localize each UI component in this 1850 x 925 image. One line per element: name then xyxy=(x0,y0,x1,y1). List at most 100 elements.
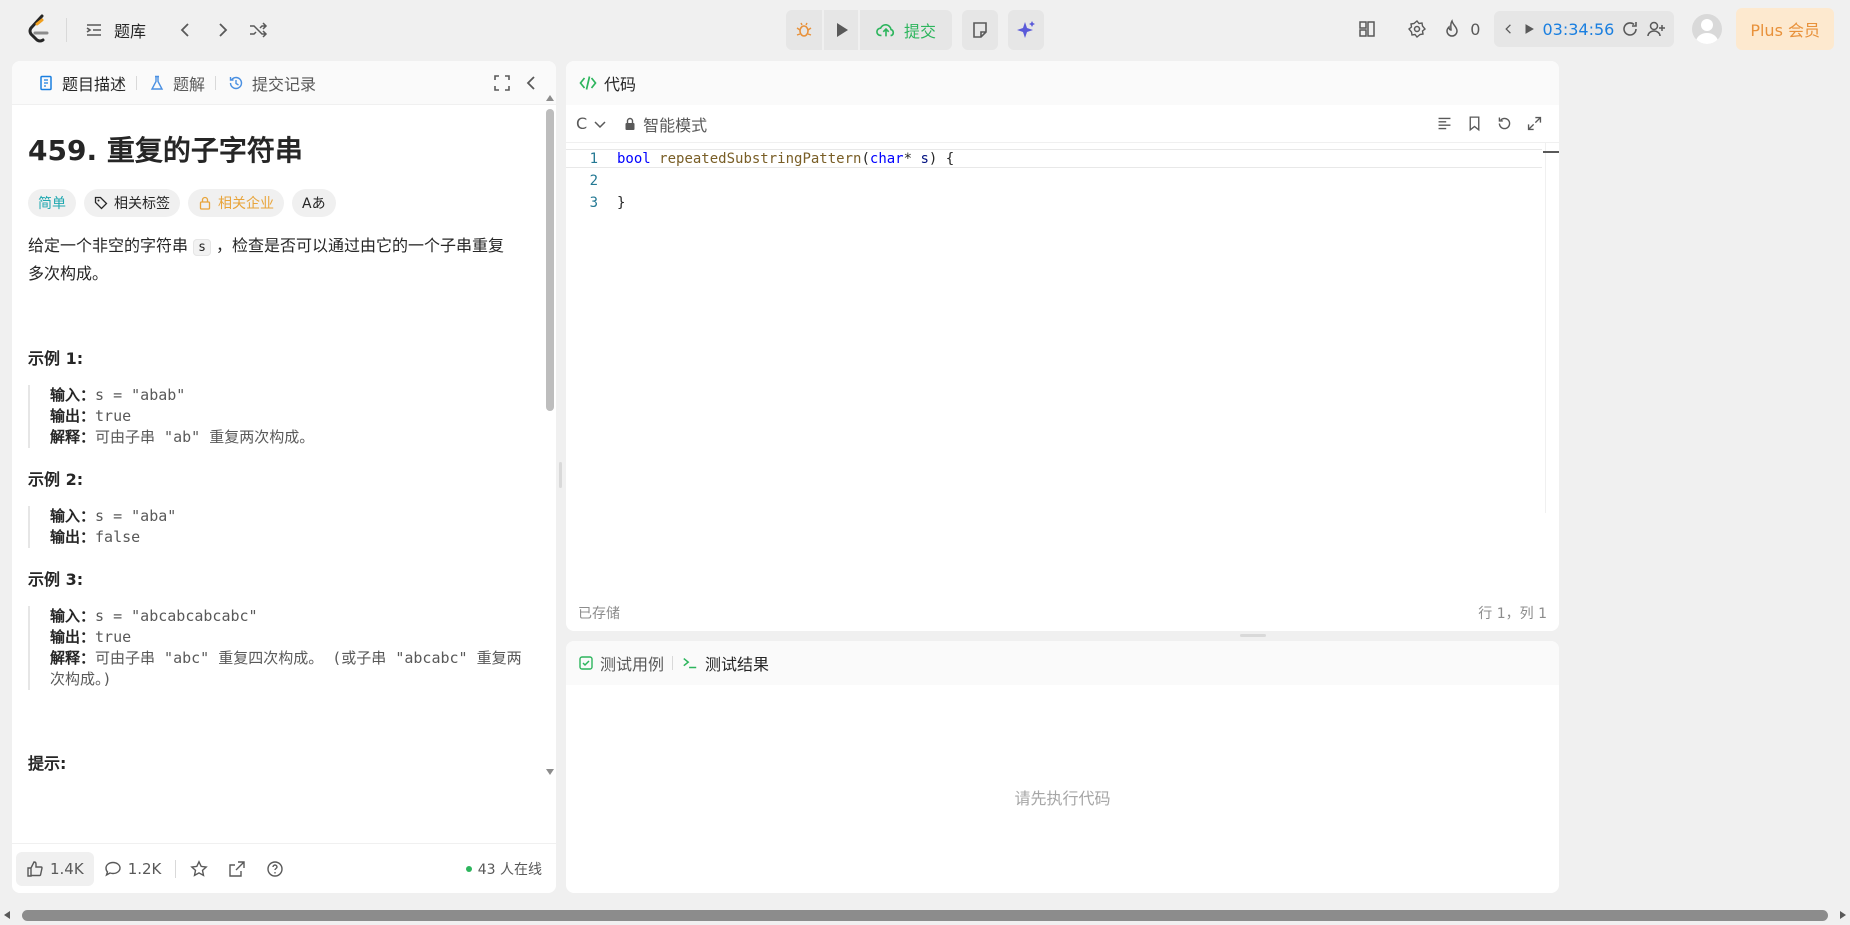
example-explanation: 可由子串 "abc" 重复四次构成。 (或子串 "abcabc" 重复两次构成。… xyxy=(50,649,522,688)
related-tags-button[interactable]: 相关标签 xyxy=(84,189,180,217)
difficulty-badge: 简单 xyxy=(28,189,76,217)
reset-code-button[interactable] xyxy=(1489,114,1519,134)
test-panel-tabs: 测试用例 测试结果 xyxy=(566,641,1559,685)
fullscreen-icon[interactable] xyxy=(492,73,512,93)
sparkle-icon xyxy=(1016,20,1036,40)
code-token: ) { xyxy=(928,151,955,167)
like-button[interactable]: 1.4K xyxy=(16,851,94,886)
problem-tags: 简单 相关标签 相关企业 Aあ xyxy=(28,189,526,217)
streak-counter[interactable]: 0 xyxy=(1442,19,1480,39)
tab-description[interactable]: 题目描述 xyxy=(26,71,136,95)
top-bar: 题库 提交 0 03:34:56 Plus 会员 xyxy=(0,0,1850,60)
comments-button[interactable]: 1.2K xyxy=(94,852,172,886)
code-line[interactable]: 3 } xyxy=(566,194,1542,213)
example-block: 输入：s = "abab" 输出：true 解释：可由子串 "ab" 重复两次构… xyxy=(28,385,526,448)
scroll-left-arrow[interactable] xyxy=(4,911,10,919)
code-editor[interactable]: 1 bool repeatedSubstringPattern(char* s)… xyxy=(566,143,1559,513)
avatar[interactable] xyxy=(1692,14,1723,44)
translate-button[interactable]: Aあ xyxy=(292,189,336,217)
tab-submissions-label: 提交记录 xyxy=(252,74,317,94)
tab-submissions[interactable]: 提交记录 xyxy=(216,71,326,95)
line-number: 2 xyxy=(589,173,598,189)
scroll-thumb[interactable] xyxy=(22,910,1828,921)
code-line[interactable]: 1 bool repeatedSubstringPattern(char* s)… xyxy=(566,149,1542,168)
expand-editor-button[interactable] xyxy=(1519,114,1549,134)
tab-test-results-label: 测试结果 xyxy=(705,655,770,674)
leetcode-logo-icon[interactable] xyxy=(26,14,52,44)
problem-statement: 给定一个非空的字符串 s ，检查是否可以通过由它的一个子串重复多次构成。 xyxy=(28,233,516,287)
online-dot-icon xyxy=(465,865,472,872)
timer-collapse-icon[interactable] xyxy=(1502,19,1516,39)
online-status: 43 人在线 xyxy=(465,859,542,879)
problem-title[interactable]: 459. 重复的子字符串 xyxy=(28,129,526,169)
gear-icon xyxy=(1407,19,1427,39)
save-status: 已存储 xyxy=(578,606,620,622)
bookmark-button[interactable] xyxy=(1459,114,1489,134)
next-problem-icon[interactable] xyxy=(212,20,232,40)
problem-list-icon[interactable] xyxy=(84,20,104,40)
footer-divider xyxy=(175,859,177,878)
language-select[interactable]: C xyxy=(576,114,607,133)
lock-icon xyxy=(623,117,637,131)
scroll-right-arrow[interactable] xyxy=(1840,911,1846,919)
ai-assistant-button[interactable] xyxy=(1008,10,1044,50)
code-line[interactable]: 2 xyxy=(566,172,1542,191)
settings-button[interactable] xyxy=(1392,6,1442,52)
code-panel-header: 代码 xyxy=(566,61,1559,105)
fire-icon xyxy=(1442,19,1462,39)
like-count: 1.4K xyxy=(50,859,84,878)
code-token: repeatedSubstringPattern xyxy=(659,151,862,167)
submit-label: 提交 xyxy=(904,22,937,41)
timer-play-icon[interactable] xyxy=(1522,19,1536,39)
share-icon xyxy=(228,860,246,878)
scroll-thumb[interactable] xyxy=(546,109,554,411)
shuffle-icon[interactable] xyxy=(248,20,268,40)
line-content: } xyxy=(617,195,626,211)
example-explanation: 可由子串 "ab" 重复两次构成。 xyxy=(95,428,315,446)
help-button[interactable] xyxy=(256,852,294,886)
related-companies-button[interactable]: 相关企业 xyxy=(188,189,284,217)
tab-testcases[interactable]: 测试用例 xyxy=(578,651,664,675)
scroll-up-arrow[interactable] xyxy=(546,95,554,101)
page-horizontal-scrollbar[interactable] xyxy=(0,906,1850,925)
code-panel-title: 代码 xyxy=(604,75,637,94)
format-code-button[interactable] xyxy=(1429,114,1459,134)
tab-test-results[interactable]: 测试结果 xyxy=(681,651,769,675)
editor-scrollbar[interactable] xyxy=(1545,143,1559,513)
run-submit-group: 提交 xyxy=(786,10,953,50)
plus-membership-button[interactable]: Plus 会员 xyxy=(1736,8,1834,50)
example-block: 输入：s = "aba" 输出：false xyxy=(28,506,526,548)
description-scrollbar[interactable] xyxy=(544,95,556,775)
horizontal-resize-handle[interactable] xyxy=(1240,634,1266,637)
example-input: s = "abab" xyxy=(95,386,186,404)
problem-description: 459. 重复的子字符串 简单 相关标签 相关企业 Aあ 给定一个非空的字符串 … xyxy=(12,105,542,835)
submit-button[interactable]: 提交 xyxy=(858,10,952,50)
problemset-link[interactable]: 题库 xyxy=(114,18,146,42)
prev-problem-icon[interactable] xyxy=(176,20,196,40)
timer-reset-icon[interactable] xyxy=(1620,19,1640,39)
output-label: 输出： xyxy=(50,528,96,546)
thumbs-up-icon xyxy=(26,860,44,878)
notes-button[interactable] xyxy=(962,10,998,50)
editor-mode-toggle[interactable]: 智能模式 xyxy=(623,112,707,136)
code-token: s xyxy=(920,151,929,167)
online-count: 43 人在线 xyxy=(477,861,542,878)
hint-title: 提示: xyxy=(28,754,67,773)
share-button[interactable] xyxy=(218,852,256,886)
lock-icon xyxy=(198,196,212,210)
scroll-down-arrow[interactable] xyxy=(546,769,554,775)
tab-solutions[interactable]: 题解 xyxy=(137,71,215,95)
terminal-icon xyxy=(681,654,699,672)
inline-code: s xyxy=(193,239,211,256)
debug-button[interactable] xyxy=(786,10,822,50)
vertical-resize-handle[interactable] xyxy=(559,462,562,488)
favorite-button[interactable] xyxy=(180,852,218,886)
line-content: bool repeatedSubstringPattern(char* s) { xyxy=(617,150,954,169)
layout-button[interactable] xyxy=(1342,6,1392,52)
collapse-panel-icon[interactable] xyxy=(522,73,542,93)
cursor-position-marker xyxy=(1543,151,1559,153)
add-friend-icon[interactable] xyxy=(1646,19,1666,39)
example-title: 示例 3: xyxy=(28,570,84,589)
layout-grid-icon xyxy=(1357,19,1377,39)
run-button[interactable] xyxy=(822,10,858,50)
